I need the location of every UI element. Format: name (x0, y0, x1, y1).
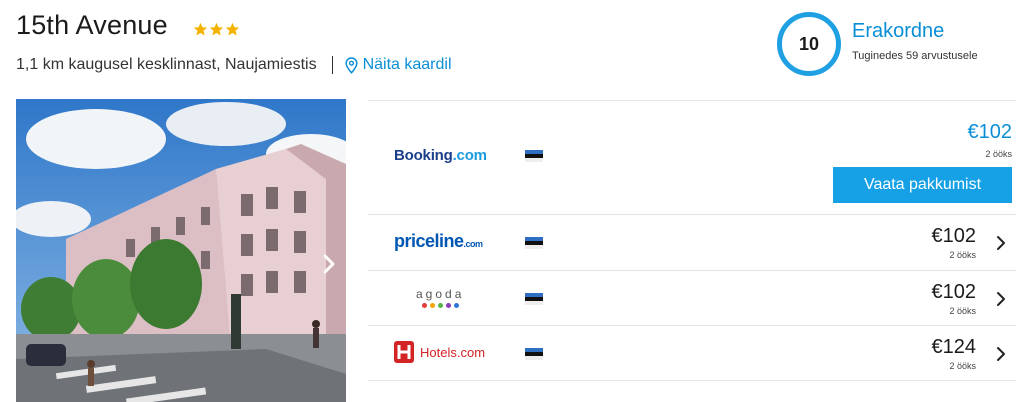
offer-row-priceline[interactable]: priceline.com €102 2 ööks (368, 215, 1016, 270)
hotel-photo[interactable] (16, 99, 346, 402)
offer-price: €102 (967, 121, 1013, 143)
divider (331, 56, 333, 74)
offer-nights: 2 ööks (949, 306, 976, 316)
chevron-right-icon (323, 254, 335, 274)
booking-logo: Booking.com (394, 147, 487, 164)
chevron-right-icon[interactable] (994, 290, 1008, 308)
rating-label: Erakordne (852, 20, 945, 42)
hotel-photo-image (16, 99, 346, 402)
review-count: Tuginedes 59 arvustusele (852, 50, 978, 62)
view-deal-button[interactable]: Vaata pakkumist (833, 167, 1012, 203)
offer-nights: 2 ööks (949, 250, 976, 260)
star-icon (225, 22, 240, 36)
offer-price: €102 (931, 281, 977, 303)
star-icon (209, 22, 224, 36)
estonia-flag-icon (525, 348, 543, 360)
offer-row-booking[interactable]: Booking.com €102 2 ööks Vaata pakkumist (368, 101, 1016, 215)
offer-nights: 2 ööks (949, 361, 976, 371)
show-on-map-link[interactable]: Näita kaardil (345, 56, 452, 74)
star-icon (193, 22, 208, 36)
chevron-right-icon[interactable] (994, 234, 1008, 252)
offer-row-agoda[interactable]: agoda €102 2 ööks (368, 271, 1016, 326)
hotels-mark-icon (394, 341, 414, 363)
show-on-map-label: Näita kaardil (362, 56, 452, 73)
estonia-flag-icon (525, 237, 543, 249)
offer-row-hotels[interactable]: Hotels.com €124 2 ööks (368, 326, 1016, 381)
offer-price: €124 (931, 336, 977, 358)
star-rating (193, 22, 240, 37)
offer-nights: 2 ööks (985, 149, 1012, 159)
hotels-logo: Hotels.com (394, 341, 485, 363)
chevron-right-icon[interactable] (994, 345, 1008, 363)
estonia-flag-icon (525, 150, 543, 162)
next-photo-button[interactable] (318, 249, 340, 279)
priceline-logo: priceline.com (394, 231, 483, 251)
estonia-flag-icon (525, 293, 543, 305)
rating-score-badge: 10 (777, 12, 841, 76)
agoda-logo: agoda (416, 287, 464, 308)
offer-price: €102 (931, 225, 977, 247)
map-pin-icon (345, 56, 358, 74)
hotel-name: 15th Avenue (16, 10, 168, 40)
location-line: 1,1 km kaugusel kesklinnast, Naujamiesti… (16, 56, 452, 74)
location-text: 1,1 km kaugusel kesklinnast, Naujamiesti… (16, 56, 317, 73)
divider (368, 380, 1016, 381)
